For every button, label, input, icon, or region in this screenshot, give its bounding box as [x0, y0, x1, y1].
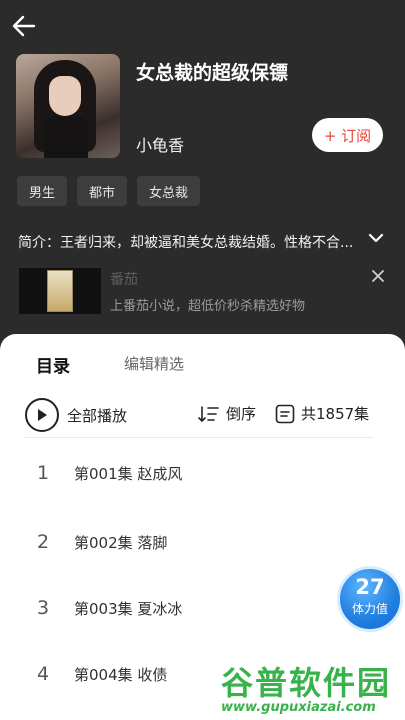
episode-title: 第003集 夏冰冰 — [74, 599, 183, 618]
subscribe-button[interactable]: + 订阅 — [312, 118, 383, 152]
sort-descending-icon — [198, 405, 219, 422]
book-cover-image[interactable] — [16, 54, 120, 158]
episode-title: 第001集 赵成风 — [74, 464, 183, 483]
book-author[interactable]: 小龟香 — [136, 132, 184, 156]
stamina-value: 27 — [355, 575, 385, 599]
episode-row[interactable]: 1 第001集 赵成风 — [0, 449, 405, 497]
stamina-label: 体力值 — [351, 602, 388, 616]
chevron-down-icon[interactable] — [367, 230, 385, 246]
episode-count-label: 共1857集 — [301, 405, 370, 423]
stamina-badge[interactable]: 27 体力值 — [337, 566, 403, 632]
tag-list: 男生 都市 女总裁 — [17, 176, 201, 206]
book-title: 女总裁的超级保镖 — [136, 62, 289, 84]
tab-table-of-contents[interactable]: 目录 — [36, 352, 70, 377]
sort-label: 倒序 — [226, 405, 257, 423]
divider — [25, 437, 373, 438]
ad-title: 番茄 — [110, 272, 138, 288]
watermark-url: www.gupuxiazai.com — [221, 700, 376, 715]
close-icon[interactable] — [370, 268, 386, 284]
episode-number: 2 — [37, 531, 50, 553]
tag-urban[interactable]: 都市 — [77, 176, 128, 206]
episode-number: 3 — [37, 597, 50, 619]
episode-title: 第004集 收债 — [74, 665, 168, 684]
play-all-label: 全部播放 — [67, 406, 128, 425]
tag-female-ceo[interactable]: 女总裁 — [137, 176, 201, 206]
back-arrow-icon[interactable] — [10, 12, 38, 40]
ad-thumbnail — [19, 268, 101, 314]
watermark-text: 谷普软件园 — [221, 664, 392, 702]
list-icon — [275, 404, 295, 423]
episode-number: 4 — [37, 663, 50, 685]
episode-count[interactable]: 共1857集 — [275, 403, 369, 424]
episode-title: 第002集 落脚 — [74, 533, 168, 552]
sort-button[interactable]: 倒序 — [198, 403, 256, 424]
play-icon — [25, 398, 59, 432]
ad-banner[interactable]: 番茄 上番茄小说，超低价秒杀精选好物 — [18, 266, 384, 314]
ad-description: 上番茄小说，超低价秒杀精选好物 — [110, 299, 306, 314]
book-intro[interactable]: 简介：王者归来，却被逼和美女总裁结婚。性格不合... — [18, 232, 368, 252]
episode-row[interactable]: 2 第002集 落脚 — [0, 518, 405, 566]
episode-number: 1 — [37, 462, 50, 484]
play-all-button[interactable]: 全部播放 — [25, 398, 127, 432]
tab-editor-picks[interactable]: 编辑精选 — [124, 353, 184, 374]
watermark-logo: 谷普软件园 www.gupuxiazai.com — [215, 656, 405, 720]
tag-male[interactable]: 男生 — [17, 176, 68, 206]
